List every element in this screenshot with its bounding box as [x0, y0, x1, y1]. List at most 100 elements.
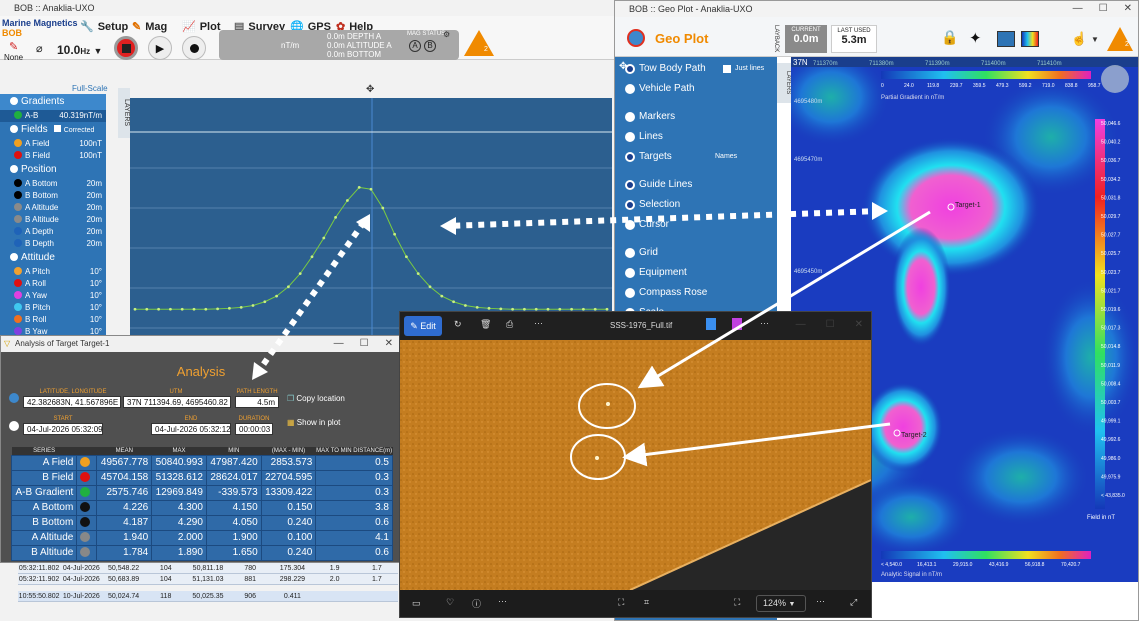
series-b-bottom[interactable]: B Bottom 20m [0, 190, 106, 202]
series-a-pitch[interactable]: A Pitch 10° [0, 266, 106, 278]
compass-rose-icon[interactable] [1101, 65, 1129, 93]
geo-layer-vehicle-path[interactable]: Vehicle Path [615, 79, 777, 99]
close-icon[interactable]: ✕ [855, 319, 863, 330]
group-fields[interactable]: Fields Corrected [0, 122, 106, 138]
group-position[interactable]: Position [0, 162, 106, 178]
geo-layer-lines[interactable]: Lines [615, 127, 777, 147]
table-row[interactable]: A Bottom 4.226 4.300 4.150 0.150 3.8 [10, 499, 393, 516]
table-row[interactable]: B Altitude 1.784 1.890 1.650 0.240 0.6 [10, 544, 393, 561]
more-icon[interactable]: ··· [534, 318, 543, 328]
delete-icon[interactable]: 🗑 [480, 319, 491, 330]
names-toggle[interactable]: Names [715, 147, 737, 167]
menu-setup[interactable]: 🔧 Setup [80, 20, 128, 34]
radio-icon[interactable] [625, 288, 635, 298]
series-b-depth[interactable]: B Depth 20m [0, 238, 106, 250]
move-handle-icon[interactable]: ✥ [366, 84, 374, 95]
color-icon[interactable] [732, 318, 742, 330]
radio-icon[interactable] [625, 64, 635, 74]
crop-icon[interactable]: ⌗ [644, 597, 649, 608]
latlon-value[interactable]: 42.382683N, 41.567896E [23, 396, 121, 408]
fullscreen-icon[interactable]: ⛶ [734, 597, 740, 608]
geo-layer-targets[interactable]: Targets Names [615, 147, 777, 167]
layers-tab[interactable]: LAYERS [118, 88, 130, 138]
copy-location-button[interactable]: ❐ Copy location [287, 394, 345, 403]
plot-area[interactable] [130, 98, 612, 338]
geo-alert-icon[interactable] [1107, 27, 1133, 51]
rate-select[interactable]: 10.0Hz ▼ [57, 43, 102, 57]
geo-layer-grid[interactable]: Grid [615, 243, 777, 263]
record-button[interactable] [182, 36, 206, 60]
heatmap-icon[interactable] [1021, 31, 1039, 47]
geo-layer-tow-body-path[interactable]: Tow Body Path Just lines [615, 59, 777, 79]
play-button[interactable]: ▶ [148, 36, 172, 60]
minimize-icon[interactable]: — [1073, 1, 1083, 17]
radio-icon[interactable] [625, 112, 635, 122]
close-icon[interactable]: ✕ [385, 336, 393, 352]
radio-icon[interactable] [625, 152, 635, 162]
series-a-roll[interactable]: A Roll 10° [0, 278, 106, 290]
rotate-icon[interactable]: ↻ [454, 319, 462, 330]
show-in-plot-button[interactable]: ▦ Show in plot [287, 418, 340, 427]
series-b-roll[interactable]: B Roll 10° [0, 314, 106, 326]
radio-icon[interactable] [625, 200, 635, 210]
utm-value[interactable]: 37N 711394.69, 4695460.82 [123, 396, 231, 408]
geo-layer-cursor[interactable]: Cursor [615, 215, 777, 235]
tool-none[interactable]: ✎ None [4, 40, 23, 62]
table-row[interactable]: B Field 45704.158 51328.612 28624.017 22704.… [10, 469, 393, 486]
menu-plot[interactable]: 📈 Plot [182, 20, 220, 34]
maximize-icon[interactable]: ☐ [826, 319, 835, 330]
menu-mag[interactable]: ✎ Mag [132, 20, 167, 34]
geo-layer-equipment[interactable]: Equipment [615, 263, 777, 283]
edit-button[interactable]: ✎ Edit [404, 316, 442, 336]
table-row[interactable]: A Field 49567.778 50840.993 47987.420 2853.5… [10, 454, 393, 471]
fit-icon[interactable]: ⛶ [618, 597, 624, 608]
heart-icon[interactable]: ♡ [446, 597, 454, 608]
maximize-icon[interactable]: ☐ [360, 336, 369, 352]
geo-layer-compass-rose[interactable]: Compass Rose [615, 283, 777, 303]
table-row[interactable]: A-B Gradient 2575.746 12969.849 -339.573 133… [10, 484, 393, 501]
radio-icon[interactable] [625, 248, 635, 258]
series-a-bottom[interactable]: A Bottom 20m [0, 178, 106, 190]
series-b-field[interactable]: B Field 100nT [0, 150, 106, 162]
series-b-pitch[interactable]: B Pitch 10° [0, 302, 106, 314]
minimize-icon[interactable]: — [334, 336, 344, 352]
expand-icon[interactable]: ⤢ [850, 597, 857, 608]
alert-warning-icon[interactable] [464, 30, 494, 56]
close-icon[interactable]: ✕ [1124, 1, 1132, 17]
table-row[interactable]: 10:55:50.802 10-Jul-2026 50,024.74 118 50,02… [18, 591, 398, 602]
radio-icon[interactable] [625, 220, 635, 230]
current-layback[interactable]: CURRENT 0.0m [785, 25, 827, 53]
gear-icon[interactable]: ⚙ [443, 30, 450, 39]
table-row[interactable]: A Altitude 1.940 2.000 1.900 0.100 4.1 [10, 529, 393, 546]
table-row[interactable]: B Bottom 4.187 4.290 4.050 0.240 0.6 [10, 514, 393, 531]
stop-button[interactable] [114, 36, 138, 60]
filmstrip-icon[interactable]: ▭ [412, 598, 421, 609]
series-ab[interactable]: A-B 40.319nT/m [0, 110, 106, 122]
sonar-image[interactable] [400, 340, 871, 590]
print-icon[interactable]: ⎙ [506, 319, 513, 330]
table-row[interactable]: 05:32:11.902 04-Jul-2026 50,683.89 104 51,13… [18, 574, 398, 585]
radio-icon[interactable] [625, 268, 635, 278]
hand-icon[interactable]: ☝ [1071, 31, 1087, 47]
series-a-depth[interactable]: A Depth 20m [0, 226, 106, 238]
editor-icon[interactable] [706, 318, 716, 330]
geo-layer-guide-lines[interactable]: Guide Lines [615, 175, 777, 195]
grid-color-icon[interactable] [997, 31, 1015, 47]
geo-layer-selection[interactable]: Selection [615, 195, 777, 215]
radio-icon[interactable] [625, 180, 635, 190]
chevron-down-icon[interactable]: ▼ [1091, 35, 1099, 44]
more-icon[interactable]: ··· [498, 596, 507, 606]
geo-layer-markers[interactable]: Markers [615, 107, 777, 127]
series-a-yaw[interactable]: A Yaw 10° [0, 290, 106, 302]
just-lines-checkbox[interactable] [723, 65, 731, 73]
minimize-icon[interactable]: — [796, 319, 806, 330]
lock-icon[interactable]: 🔒 [941, 29, 958, 46]
center-icon[interactable]: ✦ [969, 29, 982, 47]
more-icon[interactable]: ··· [816, 596, 825, 606]
series-a-field[interactable]: A Field 100nT [0, 138, 106, 150]
group-attitude[interactable]: Attitude [0, 250, 106, 266]
info-icon[interactable]: ⓘ [472, 597, 481, 610]
series-b-altitude[interactable]: B Altitude 20m [0, 214, 106, 226]
series-a-altitude[interactable]: A Altitude 20m [0, 202, 106, 214]
last-used-layback[interactable]: LAST USED 5.3m [831, 25, 877, 53]
